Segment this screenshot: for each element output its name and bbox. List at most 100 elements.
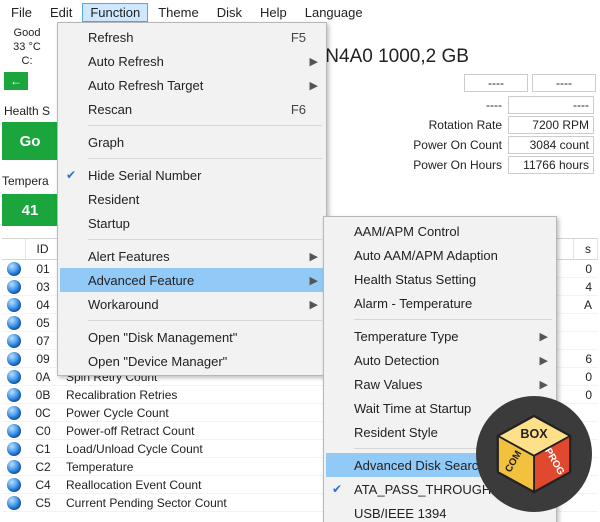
prop-value: ---- xyxy=(508,96,594,114)
smart-id: 0B xyxy=(26,388,60,402)
menu-item-label: Resident xyxy=(88,192,139,207)
prop-top-value: ---- xyxy=(464,74,528,92)
smart-id: 07 xyxy=(26,334,60,348)
menu-separator xyxy=(88,320,322,321)
menu-item-label: Temperature Type xyxy=(354,329,459,344)
menu-item-label: Startup xyxy=(88,216,130,231)
menu-item-label: USB/IEEE 1394 xyxy=(354,506,447,521)
status-ball-icon xyxy=(7,316,21,330)
smart-id: C4 xyxy=(26,478,60,492)
menu-item-workaround[interactable]: Workaround▶ xyxy=(60,292,324,316)
menubar-item-file[interactable]: File xyxy=(3,3,40,22)
menubar-item-edit[interactable]: Edit xyxy=(42,3,80,22)
menu-item-open-disk-management[interactable]: Open "Disk Management" xyxy=(60,325,324,349)
menu-item-startup[interactable]: Startup xyxy=(60,211,324,235)
prev-disk-button[interactable]: ← xyxy=(4,72,28,90)
nav-buttons: ← xyxy=(4,72,28,90)
menu-separator xyxy=(88,239,322,240)
menu-item-refresh[interactable]: RefreshF5 xyxy=(60,25,324,49)
smart-id: C2 xyxy=(26,460,60,474)
smart-id: 0C xyxy=(26,406,60,420)
smart-trailing: 0 xyxy=(574,262,598,276)
menubar-item-disk[interactable]: Disk xyxy=(209,3,250,22)
menu-item-advanced-feature[interactable]: Advanced Feature▶ xyxy=(60,268,324,292)
prop-value: 3084 count xyxy=(508,136,594,154)
smart-header-icon xyxy=(2,239,26,259)
status-ball-icon xyxy=(7,388,21,402)
menu-item-label: Open "Disk Management" xyxy=(88,330,237,345)
status-ball-icon xyxy=(7,352,21,366)
menu-item-open-device-manager[interactable]: Open "Device Manager" xyxy=(60,349,324,373)
chevron-right-icon: ▶ xyxy=(310,250,318,263)
menu-item-health-status-setting[interactable]: Health Status Setting xyxy=(326,267,554,291)
smart-header-id: ID xyxy=(26,239,60,259)
chevron-right-icon: ▶ xyxy=(540,378,548,391)
menubar-item-function[interactable]: Function xyxy=(82,3,148,22)
menu-item-label: Resident Style xyxy=(354,425,438,440)
menu-separator xyxy=(354,319,552,320)
menu-item-label: Auto AAM/APM Adaption xyxy=(354,248,498,263)
menu-item-alert-features[interactable]: Alert Features ▶ xyxy=(60,244,324,268)
menu-item-auto-detection[interactable]: Auto Detection▶ xyxy=(326,348,554,372)
chevron-right-icon: ▶ xyxy=(310,298,318,311)
prop-label: Power On Hours xyxy=(409,156,506,174)
smart-id: 05 xyxy=(26,316,60,330)
function-menu[interactable]: RefreshF5Auto Refresh▶Auto Refresh Targe… xyxy=(57,22,327,376)
menu-item-label: Advanced Feature xyxy=(88,273,194,288)
chevron-right-icon: ▶ xyxy=(310,55,318,68)
smart-id: 0A xyxy=(26,370,60,384)
menu-item-temperature-type[interactable]: Temperature Type▶ xyxy=(326,324,554,348)
menu-item-resident[interactable]: Resident xyxy=(60,187,324,211)
menu-item-label: Auto Refresh Target xyxy=(88,78,203,93)
health-status-value: Go xyxy=(2,122,58,160)
props-top-row: -------- xyxy=(464,74,596,92)
logo-text-top: BOX xyxy=(520,427,548,441)
menu-item-alarm-temperature[interactable]: Alarm - Temperature xyxy=(326,291,554,315)
menubar-item-theme[interactable]: Theme xyxy=(150,3,206,22)
menubar-item-language[interactable]: Language xyxy=(297,3,371,22)
menu-item-shortcut: F6 xyxy=(251,102,306,117)
chevron-right-icon: ▶ xyxy=(310,79,318,92)
check-icon: ✔ xyxy=(66,168,76,182)
status-ball-icon xyxy=(7,298,21,312)
menu-item-label: Auto Detection xyxy=(354,353,439,368)
menu-item-hide-serial-number[interactable]: ✔ Hide Serial Number xyxy=(60,163,324,187)
check-icon: ✔ xyxy=(332,482,342,496)
menu-item-label: Graph xyxy=(88,135,124,150)
menu-item-label: Health Status Setting xyxy=(354,272,476,287)
menubar-item-help[interactable]: Help xyxy=(252,3,295,22)
prop-value: 11766 hours xyxy=(508,156,594,174)
menu-item-label: AAM/APM Control xyxy=(354,224,459,239)
menu-item-aam-apm-control[interactable]: AAM/APM Control xyxy=(326,219,554,243)
menu-item-auto-refresh[interactable]: Auto Refresh▶ xyxy=(60,49,324,73)
status-ball-icon xyxy=(7,496,21,510)
smart-trailing: A xyxy=(574,298,598,312)
health-status-label: Health S xyxy=(4,104,50,118)
menu-item-raw-values[interactable]: Raw Values▶ xyxy=(326,372,554,396)
menu-item-label: Alert Features xyxy=(88,249,170,264)
drive-tile-letter: C: xyxy=(4,54,50,68)
menu-item-shortcut: F5 xyxy=(251,30,306,45)
menu-item-rescan[interactable]: RescanF6 xyxy=(60,97,324,121)
smart-trailing: 6 xyxy=(574,352,598,366)
smart-header-end: s xyxy=(574,239,598,259)
disk-properties: --------Rotation Rate7200 RPMPower On Co… xyxy=(407,94,596,176)
drive-tile[interactable]: Good 33 °C C: xyxy=(0,24,54,70)
menu-item-auto-refresh-target[interactable]: Auto Refresh Target ▶ xyxy=(60,73,324,97)
smart-id: C1 xyxy=(26,442,60,456)
smart-trailing: 4 xyxy=(574,280,598,294)
status-ball-icon xyxy=(7,478,21,492)
smart-id: C5 xyxy=(26,496,60,510)
status-ball-icon xyxy=(7,334,21,348)
menu-item-auto-aam-apm-adaption[interactable]: Auto AAM/APM Adaption xyxy=(326,243,554,267)
menu-item-label: ATA_PASS_THROUGH xyxy=(354,482,491,497)
menu-item-label: Wait Time at Startup xyxy=(354,401,471,416)
status-ball-icon xyxy=(7,370,21,384)
prop-value: 7200 RPM xyxy=(508,116,594,134)
status-ball-icon xyxy=(7,406,21,420)
menu-separator xyxy=(88,158,322,159)
prop-top-value: ---- xyxy=(532,74,596,92)
menu-item-label: Hide Serial Number xyxy=(88,168,201,183)
status-ball-icon xyxy=(7,262,21,276)
menu-item-graph[interactable]: Graph xyxy=(60,130,324,154)
